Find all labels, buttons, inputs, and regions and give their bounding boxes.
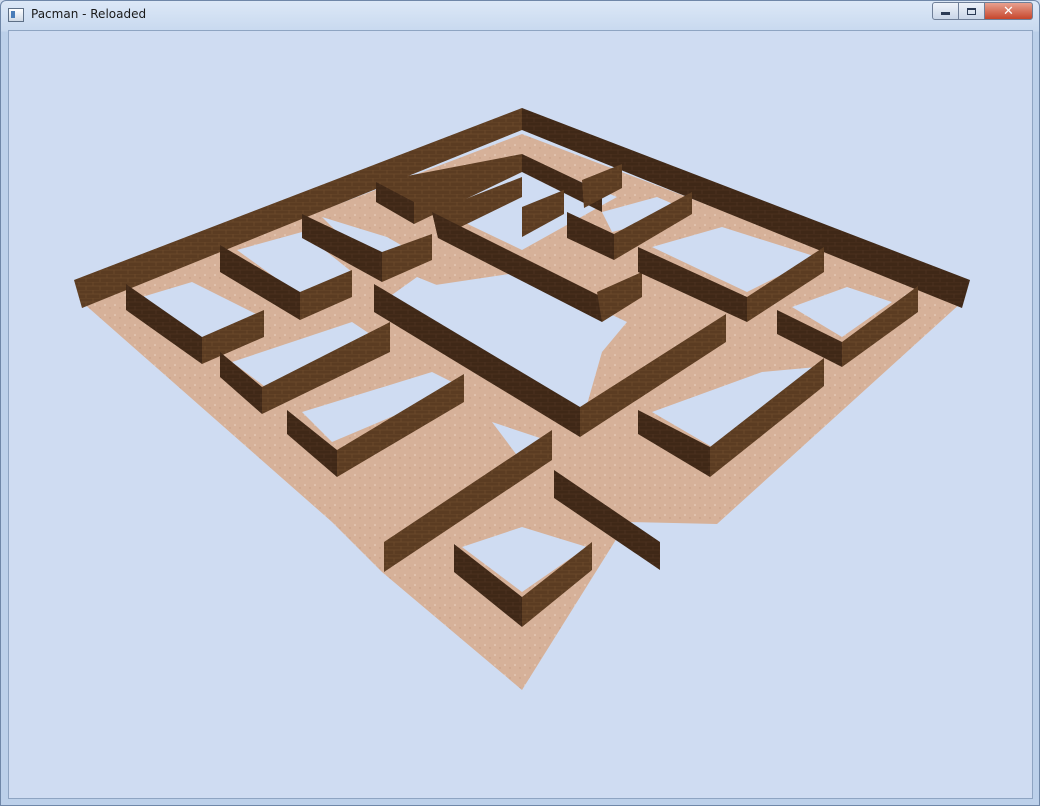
close-button[interactable]: ✕ [984,2,1033,20]
maximize-button[interactable] [958,2,985,20]
window-title: Pacman - Reloaded [31,7,147,21]
maze-scene [74,108,970,690]
game-viewport[interactable] [8,30,1033,799]
app-icon[interactable] [8,8,24,22]
close-icon: ✕ [1003,3,1014,19]
minimize-icon [941,12,950,15]
title-bar[interactable]: Pacman - Reloaded ✕ [1,1,1039,29]
minimize-button[interactable] [932,2,959,20]
app-window: Pacman - Reloaded ✕ [0,0,1040,806]
maximize-icon [967,7,976,15]
